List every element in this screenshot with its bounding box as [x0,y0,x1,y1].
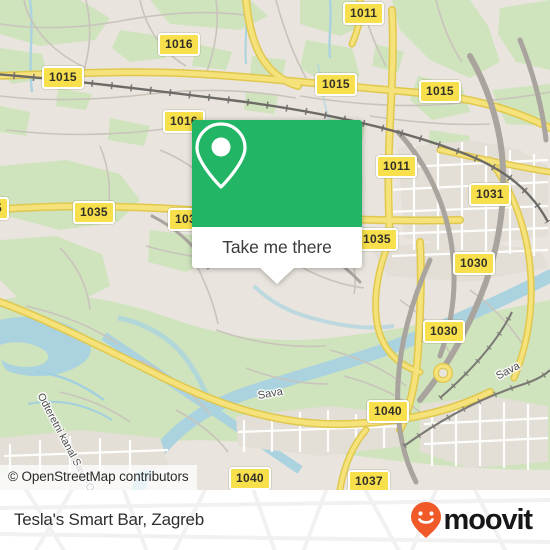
map-canvas[interactable]: Sava Sava Odteretni kanal Sava-Odra 1011… [0,0,550,490]
osm-attribution[interactable]: © OpenStreetMap contributors [0,465,197,490]
moovit-smiley-pin-icon [410,501,442,539]
road-shield[interactable]: 1011 [376,155,418,178]
moovit-wordmark: moovit [443,503,534,536]
popup-tail [260,268,294,284]
road-shield[interactable]: 1015 [315,73,357,96]
road-shield[interactable]: 1035 [73,201,115,224]
road-shield[interactable]: 1035 [356,228,398,251]
page-title: Tesla's Smart Bar, Zagreb [14,510,205,529]
road-shield[interactable]: 1016 [158,33,200,56]
road-shield[interactable]: 1015 [419,80,461,103]
road-shield[interactable]: 1030 [423,320,465,343]
moovit-map-screenshot: Sava Sava Odteretni kanal Sava-Odra 1011… [0,0,550,550]
road-shield[interactable]: 1015 [42,66,84,89]
road-shield[interactable]: 1040 [367,400,409,423]
bottom-bar: Tesla's Smart Bar, Zagreb moovit [0,490,550,550]
road-shield[interactable]: 1031 [469,183,511,206]
take-me-there-label: Take me there [222,237,332,257]
road-shield[interactable]: 5 [0,197,9,220]
road-shield[interactable]: 1037 [348,470,390,490]
road-shield[interactable]: 1030 [453,252,495,275]
popup-icon-area [192,120,362,227]
popup-action-area[interactable]: Take me there [192,227,362,284]
location-popup-card[interactable]: Take me there [192,120,362,284]
road-shield[interactable]: 1040 [229,467,271,490]
moovit-logo[interactable]: moovit [410,501,534,539]
road-shield[interactable]: 1011 [343,2,385,25]
